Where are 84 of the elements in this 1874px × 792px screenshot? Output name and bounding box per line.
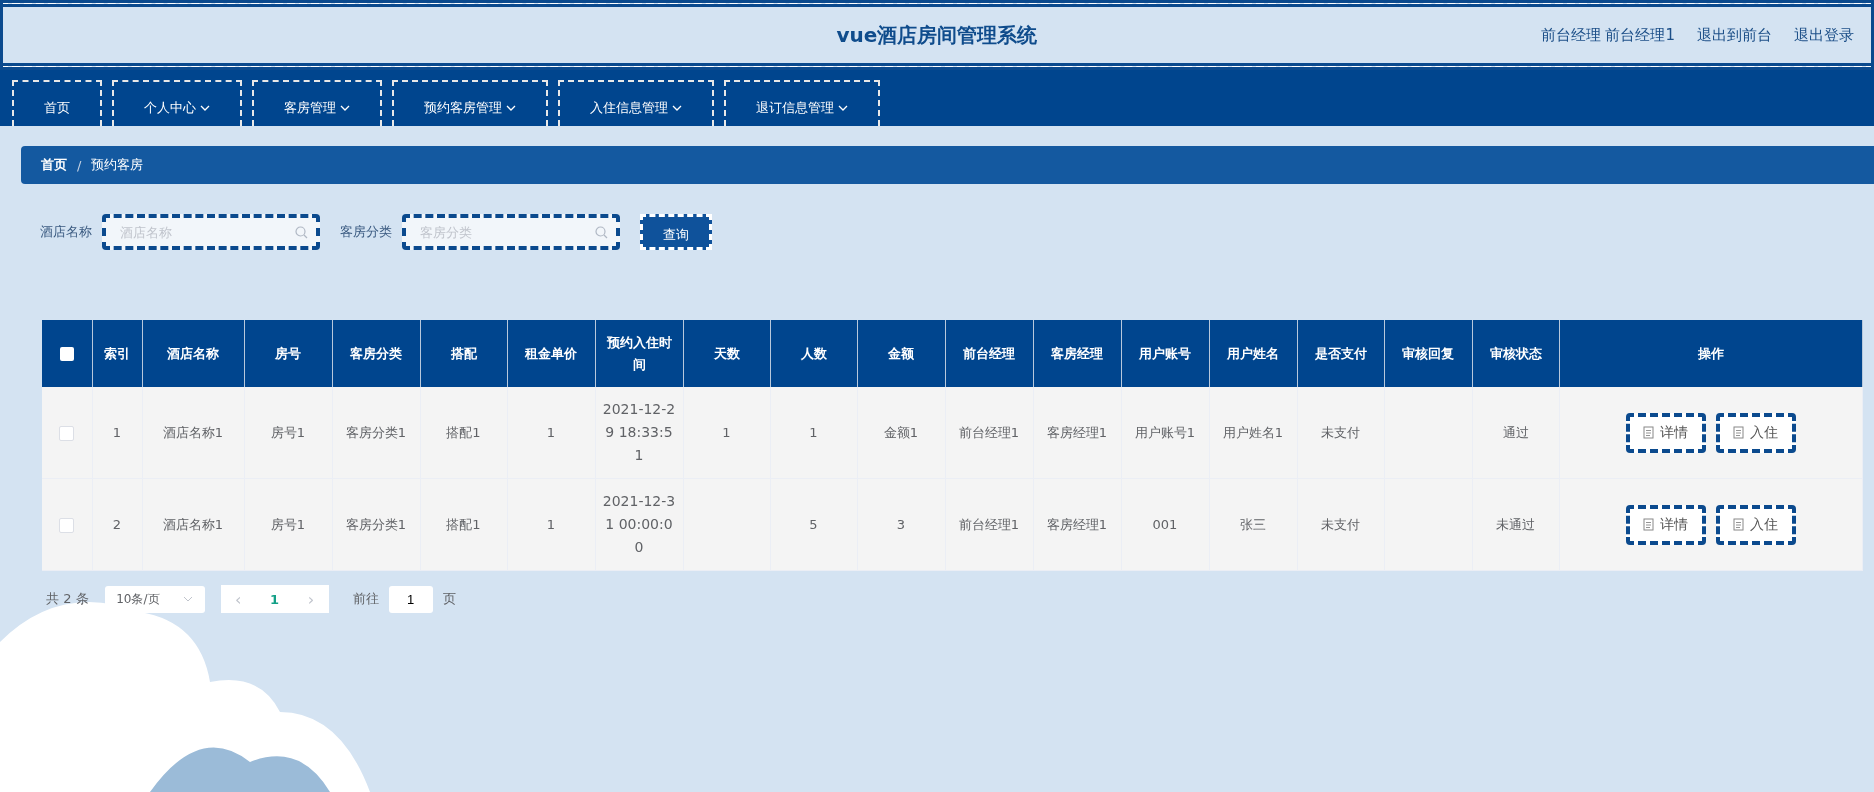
search-button[interactable]: 查询 [640, 214, 712, 250]
user-label: 前台经理 前台经理1 [1540, 26, 1675, 45]
nav-tab[interactable]: 退订信息管理 [724, 80, 880, 126]
table-header-cell: 客房经理 [1033, 320, 1121, 387]
table-cell: 用户账号1 [1121, 387, 1209, 479]
table-cell: 1 [770, 387, 857, 479]
table-header-cell: 天数 [683, 320, 770, 387]
table-header-cell: 人数 [770, 320, 857, 387]
table-header-cell: 索引 [92, 320, 142, 387]
table-cell: 搭配1 [420, 387, 507, 479]
table-cell: 2021-12-29 18:33:51 [595, 387, 683, 479]
nav-tab[interactable]: 个人中心 [112, 80, 242, 126]
field-label: 酒店名称 [40, 223, 92, 241]
document-icon [1643, 426, 1654, 439]
table-cell: 酒店名称1 [142, 387, 244, 479]
caret-icon [182, 596, 193, 602]
action-button[interactable]: 详情 [1625, 412, 1706, 453]
table-cell: 前台经理1 [945, 387, 1033, 479]
table-cell: 通过 [1472, 387, 1559, 479]
breadcrumb-item[interactable]: 预约客房 [91, 156, 144, 174]
table-cell: 2 [92, 478, 142, 571]
field-label: 客房分类 [340, 223, 392, 241]
table-cell: 5 [770, 478, 857, 571]
table-cell: 1 [507, 387, 595, 479]
table-cell: 房号1 [244, 387, 332, 479]
goto-label: 前往 [352, 590, 379, 608]
table-header-cell: 是否支付 [1297, 320, 1384, 387]
table-cell: 客房经理1 [1033, 478, 1121, 571]
breadcrumb-item[interactable]: 首页 [41, 156, 67, 174]
table-cell: 3 [857, 478, 945, 571]
table-cell: 未支付 [1297, 387, 1384, 479]
table-cell: 前台经理1 [945, 478, 1033, 571]
table-header-cell: 房号 [244, 320, 332, 387]
table-header-cell: 审核回复 [1384, 320, 1472, 387]
page-suffix: 页 [442, 590, 456, 608]
table-cell: 用户姓名1 [1209, 387, 1297, 479]
search-icon [295, 226, 308, 239]
table-header-cell: 用户姓名 [1209, 320, 1297, 387]
document-icon [1733, 518, 1744, 531]
app-title: vue酒店房间管理系统 [836, 21, 1038, 49]
table-header-cell: 酒店名称 [142, 320, 244, 387]
table-cell: 金额1 [857, 387, 945, 479]
document-icon [1643, 518, 1654, 531]
table-cell: 2021-12-31 00:00:00 [595, 478, 683, 571]
action-button[interactable]: 入住 [1715, 504, 1796, 545]
search-icon [595, 226, 608, 239]
table-header-cell: 审核状态 [1472, 320, 1559, 387]
table-header-cell: 客房分类 [332, 320, 420, 387]
header-link[interactable]: 退出登录 [1794, 26, 1854, 45]
table-cell: 001 [1121, 478, 1209, 571]
nav-tab[interactable]: 入住信息管理 [558, 80, 714, 126]
table-header-cell: 租金单价 [507, 320, 595, 387]
header-link[interactable]: 退出到前台 [1697, 26, 1772, 45]
table-cell: 张三 [1209, 478, 1297, 571]
table-cell: 客房分类1 [332, 478, 420, 571]
table-cell: 1 [683, 387, 770, 479]
table-cell: 未通过 [1472, 478, 1559, 571]
table-cell: 1 [92, 387, 142, 479]
nav-tab[interactable]: 首页 [12, 80, 102, 126]
breadcrumb-separator: / [77, 157, 82, 173]
table-cell: 搭配1 [420, 478, 507, 571]
table-header-cell: 前台经理 [945, 320, 1033, 387]
table-header-cell: 用户账号 [1121, 320, 1209, 387]
document-icon [1733, 426, 1744, 439]
table-header-cell: 预约入住时间 [595, 320, 683, 387]
total-count: 共 2 条 [46, 590, 89, 608]
action-button[interactable]: 入住 [1715, 412, 1796, 453]
table-cell: 客房经理1 [1033, 387, 1121, 479]
select-all-checkbox[interactable] [59, 347, 74, 362]
table-cell: 1 [507, 478, 595, 571]
row-checkbox[interactable] [59, 425, 75, 441]
table-cell: 酒店名称1 [142, 478, 244, 571]
table-cell: 未支付 [1297, 478, 1384, 571]
page-size-select[interactable]: 10条/页 [104, 585, 205, 613]
nav-tab[interactable]: 预约客房管理 [392, 80, 548, 126]
action-button[interactable]: 详情 [1625, 504, 1706, 545]
nav-tab[interactable]: 客房管理 [252, 80, 382, 126]
table-header-cell: 搭配 [420, 320, 507, 387]
table-cell: 客房分类1 [332, 387, 420, 479]
table-cell: 房号1 [244, 478, 332, 571]
goto-page-field[interactable]: 1 [388, 585, 433, 613]
row-checkbox[interactable] [59, 517, 75, 533]
table-header-cell: 操作 [1559, 320, 1862, 387]
table-header-cell: 金额 [857, 320, 945, 387]
